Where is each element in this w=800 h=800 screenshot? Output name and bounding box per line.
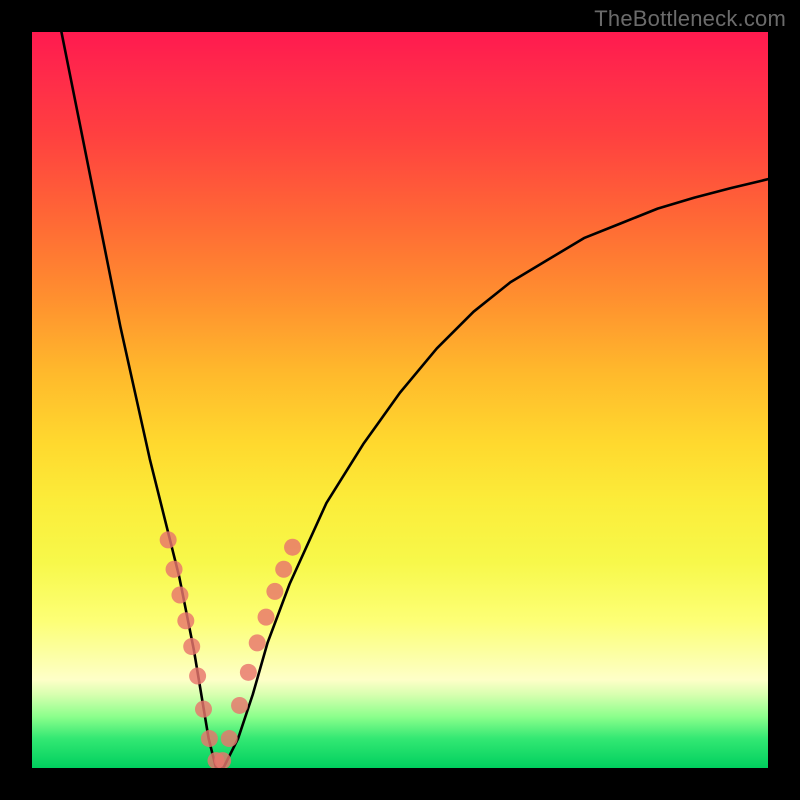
chart-frame: TheBottleneck.com <box>0 0 800 800</box>
plot-area <box>32 32 768 768</box>
marker-dots <box>160 531 301 768</box>
curve-line <box>61 32 768 768</box>
watermark-text: TheBottleneck.com <box>594 6 786 32</box>
chart-svg <box>32 32 768 768</box>
